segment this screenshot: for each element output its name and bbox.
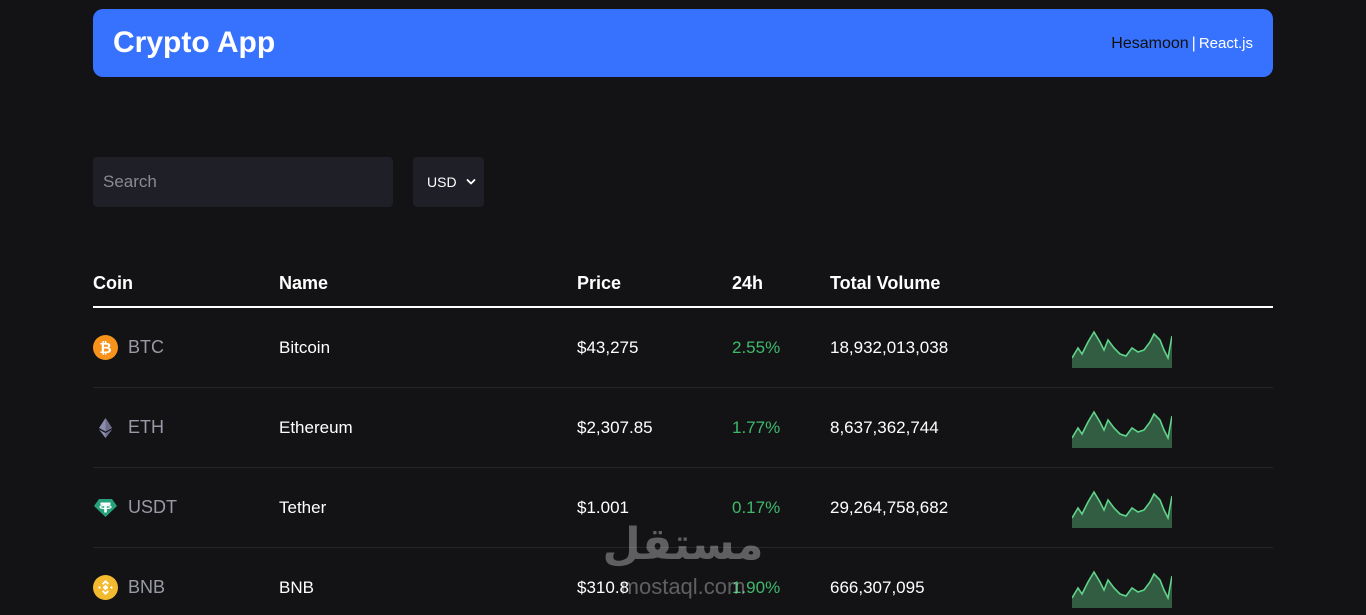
currency-select[interactable]: USD xyxy=(413,157,484,207)
coin-change-24h: 1.77% xyxy=(732,417,781,437)
bnb-icon xyxy=(93,575,118,600)
table-row[interactable]: USDT Tether $1.001 0.17% 29,264,758,682 xyxy=(93,468,1273,548)
table-header: Coin Name Price 24h Total Volume xyxy=(93,258,1273,308)
search-input[interactable] xyxy=(93,157,393,207)
coin-cell: ETH xyxy=(93,388,164,467)
currency-selected-value: USD xyxy=(427,174,457,190)
coin-symbol: USDT xyxy=(128,497,177,517)
coin-price: $1.001 xyxy=(577,497,629,517)
sparkline-cell xyxy=(1072,388,1172,467)
coin-name: Tether xyxy=(279,497,327,517)
coin-name: BNB xyxy=(279,577,314,597)
coin-price: $43,275 xyxy=(577,337,639,357)
coin-change-24h: 2.55% xyxy=(732,337,781,357)
table-row[interactable]: ₿ BTC Bitcoin $43,275 2.55% 18,932,013,0… xyxy=(93,308,1273,388)
coin-total-volume: 666,307,095 xyxy=(830,577,925,597)
coin-name: Ethereum xyxy=(279,417,353,437)
chevron-down-icon xyxy=(466,179,476,185)
coin-cell: ₿ BTC xyxy=(93,308,164,387)
column-header-total-volume: Total Volume xyxy=(830,273,941,293)
coin-symbol: BTC xyxy=(128,337,164,357)
sparkline-chart xyxy=(1072,569,1172,608)
page: Crypto App Hesamoon|React.js USD Coin Na… xyxy=(0,0,1366,615)
ethereum-icon xyxy=(99,418,112,438)
coin-symbol: BNB xyxy=(128,577,166,597)
coin-total-volume: 29,264,758,682 xyxy=(830,497,949,517)
column-header-price: Price xyxy=(577,273,622,293)
app-title: Crypto App xyxy=(113,26,276,59)
author-name: Hesamoon xyxy=(1111,35,1189,52)
sparkline-cell xyxy=(1072,548,1172,615)
header-credits: Hesamoon | React.js xyxy=(1111,34,1253,54)
sparkline-cell xyxy=(1072,308,1172,387)
coin-total-volume: 8,637,362,744 xyxy=(830,417,939,437)
sparkline-chart xyxy=(1072,489,1172,528)
coin-cell: USDT xyxy=(93,468,177,547)
table-row[interactable]: ETH Ethereum $2,307.85 1.77% 8,637,362,7… xyxy=(93,388,1273,468)
coin-change-24h: 1.90% xyxy=(732,577,781,597)
table-row[interactable]: BNB BNB $310.8 1.90% 666,307,095 xyxy=(93,548,1273,615)
coins-table: Coin Name Price 24h Total Volume ₿ BTC B… xyxy=(93,258,1273,615)
coin-symbol: ETH xyxy=(128,417,164,437)
coin-cell: BNB xyxy=(93,548,165,615)
coin-total-volume: 18,932,013,038 xyxy=(830,337,949,357)
column-header-coin: Coin xyxy=(93,273,133,293)
svg-text:₿: ₿ xyxy=(99,339,111,357)
coin-price: $2,307.85 xyxy=(577,417,653,437)
coin-name: Bitcoin xyxy=(279,337,331,357)
bitcoin-icon: ₿ xyxy=(93,335,118,360)
coin-change-24h: 0.17% xyxy=(732,497,781,517)
column-header-name: Name xyxy=(279,273,329,293)
sparkline-chart xyxy=(1072,409,1172,448)
app-header: Crypto App Hesamoon | React.js xyxy=(93,9,1273,77)
column-header-24h: 24h xyxy=(732,273,764,293)
sparkline-cell xyxy=(1072,468,1172,547)
header-separator: | xyxy=(1191,35,1196,52)
tether-icon xyxy=(94,499,117,517)
tech-link[interactable]: React.js xyxy=(1199,35,1253,52)
sparkline-chart xyxy=(1072,329,1172,368)
coin-price: $310.8 xyxy=(577,577,629,597)
